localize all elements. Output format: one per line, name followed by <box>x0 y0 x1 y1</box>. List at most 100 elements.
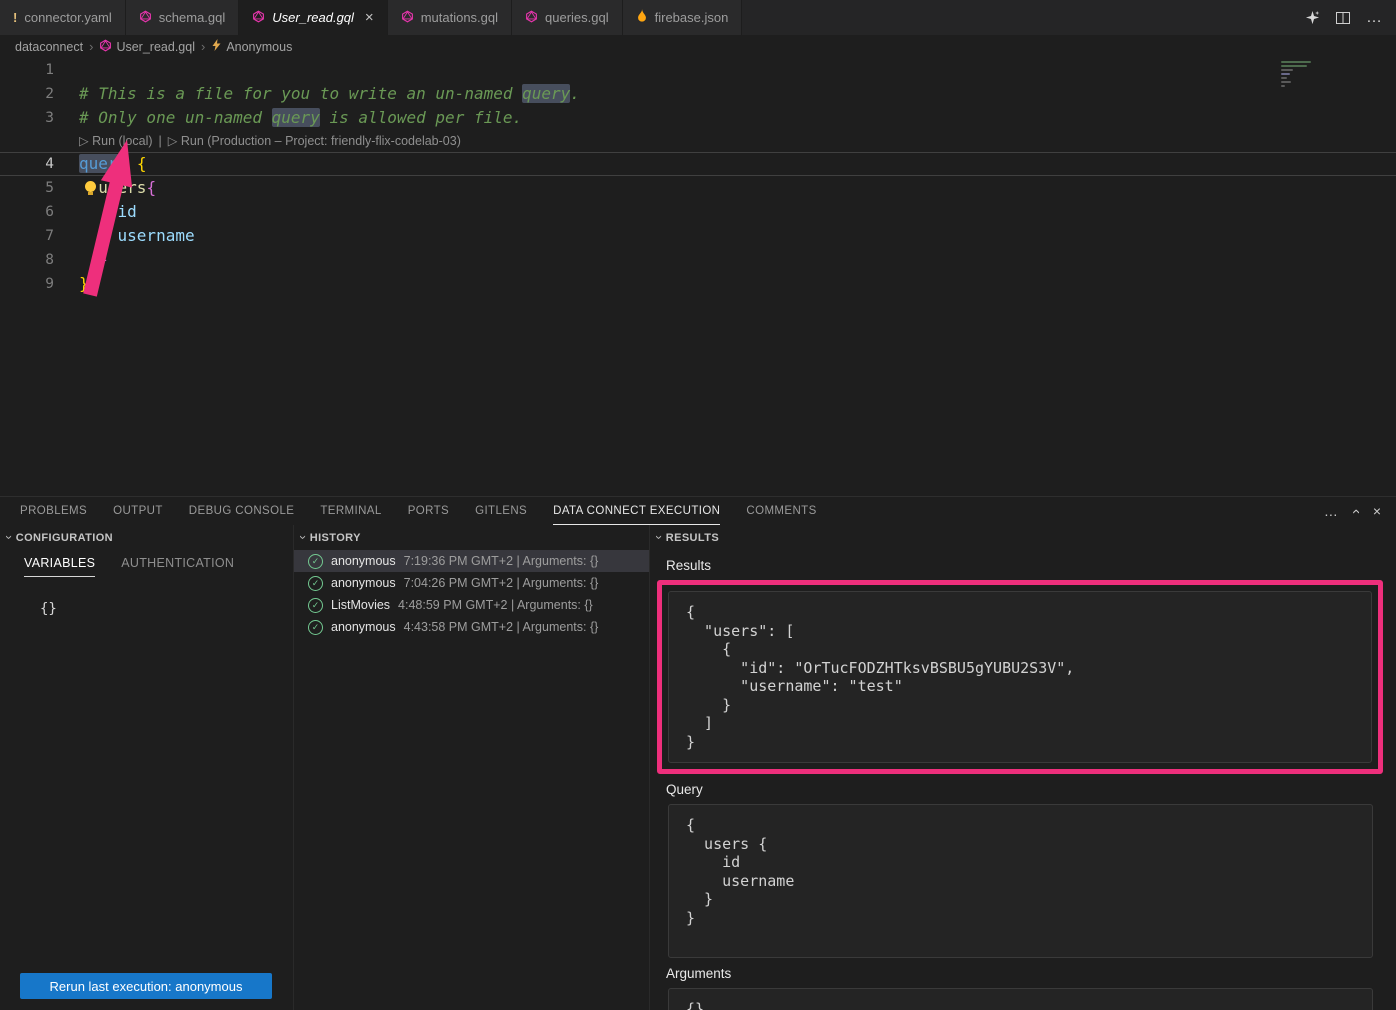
code-token: } <box>79 274 89 293</box>
panel-tab-gitlens[interactable]: GITLENS <box>475 497 527 525</box>
codelens-separator: | <box>159 130 162 152</box>
breadcrumb-item-Anonymous[interactable]: Anonymous <box>211 39 292 54</box>
maximize-panel-icon[interactable]: › <box>1347 509 1364 514</box>
code-line-5[interactable]: 5 users{ <box>0 176 1396 200</box>
editor-tab-User_read.gql[interactable]: User_read.gql× <box>239 0 387 35</box>
copilot-sparkle-icon[interactable] <box>1305 10 1320 25</box>
history-item-meta: 7:04:26 PM GMT+2 | Arguments: {} <box>404 576 599 590</box>
code-token: # Only one un-named <box>79 108 272 127</box>
editor-actions: … <box>1305 0 1396 35</box>
code-text: id <box>54 200 137 224</box>
results-header[interactable]: › RESULTS <box>650 525 1396 550</box>
split-editor-icon[interactable] <box>1336 12 1350 24</box>
config-tab-variables[interactable]: VARIABLES <box>24 556 95 577</box>
results-json-output: { "users": [ { "id": "OrTucFODZHTksvBSBU… <box>668 591 1372 763</box>
panel-tabs: PROBLEMS OUTPUT DEBUG CONSOLE TERMINAL PORTS… <box>20 497 843 525</box>
code-token <box>127 154 137 173</box>
code-token <box>79 226 118 245</box>
code-token: { <box>137 154 147 173</box>
config-tab-authentication[interactable]: AUTHENTICATION <box>121 556 234 577</box>
editor-tab-mutations.gql[interactable]: mutations.gql <box>388 0 512 35</box>
history-title: HISTORY <box>310 532 361 544</box>
history-item-4[interactable]: ✓anonymous4:43:58 PM GMT+2 | Arguments: … <box>294 616 649 638</box>
code-text: query { <box>54 153 146 175</box>
code-line-8[interactable]: 8 } <box>0 248 1396 272</box>
success-check-icon: ✓ <box>308 598 323 613</box>
editor-tab-queries.gql[interactable]: queries.gql <box>512 0 623 35</box>
chevron-down-icon: › <box>2 535 17 540</box>
code-line-2[interactable]: 2# This is a file for you to write an un… <box>0 82 1396 106</box>
success-check-icon: ✓ <box>308 554 323 569</box>
editor-tabs: !connector.yamlschema.gqlUser_read.gql×m… <box>0 0 742 35</box>
panel-tab-ports[interactable]: PORTS <box>408 497 449 525</box>
history-header[interactable]: › HISTORY <box>294 525 649 550</box>
history-item-2[interactable]: ✓anonymous7:04:26 PM GMT+2 | Arguments: … <box>294 572 649 594</box>
code-line-7[interactable]: 7 username <box>0 224 1396 248</box>
run-local-link[interactable]: ▷ Run (local) <box>79 130 153 152</box>
configuration-tabs: VARIABLES AUTHENTICATION <box>0 556 293 577</box>
panel-tab-terminal[interactable]: TERMINAL <box>320 497 381 525</box>
panel-tab-debug-console[interactable]: DEBUG CONSOLE <box>189 497 295 525</box>
code-token: is allowed per file. <box>320 108 522 127</box>
editor-tab-firebase.json[interactable]: firebase.json <box>623 0 743 35</box>
configuration-header[interactable]: › CONFIGURATION <box>0 525 293 550</box>
results-scroll-area[interactable]: Results { "users": [ { "id": "OrTucFODZH… <box>650 550 1396 1010</box>
code-line-3[interactable]: 3# Only one un-named query is allowed pe… <box>0 106 1396 130</box>
panel-tab-data-connect-execution[interactable]: DATA CONNECT EXECUTION <box>553 497 720 525</box>
breadcrumb: dataconnect›User_read.gql›Anonymous <box>0 35 1396 58</box>
minimap-mark <box>1281 77 1287 79</box>
code-token: username <box>118 226 195 245</box>
close-panel-icon[interactable]: × <box>1373 503 1381 519</box>
panel-tab-problems[interactable]: PROBLEMS <box>20 497 87 525</box>
success-check-icon: ✓ <box>308 620 323 635</box>
code-line-6[interactable]: 6 id <box>0 200 1396 224</box>
vscode-window: !connector.yamlschema.gqlUser_read.gql×m… <box>0 0 1396 1010</box>
code-line-1[interactable]: 1 <box>0 58 1396 82</box>
code-token: query <box>522 84 570 103</box>
data-connect-execution-view: › CONFIGURATION VARIABLESAUTHENTICATION … <box>0 525 1396 1010</box>
panel-tab-comments[interactable]: COMMENTS <box>746 497 816 525</box>
line-number: 8 <box>0 248 54 272</box>
variables-value[interactable]: {} <box>40 601 293 617</box>
line-number: 4 <box>0 153 54 175</box>
breadcrumb-label: User_read.gql <box>116 40 195 54</box>
code-token: id <box>118 202 137 221</box>
run-production-link[interactable]: ▷ Run (Production – Project: friendly-fl… <box>168 130 461 152</box>
firebase-file-icon <box>636 9 648 26</box>
yaml-file-icon: ! <box>13 10 17 25</box>
minimap[interactable] <box>1281 61 1315 89</box>
history-item-3[interactable]: ✓ ListMovies 4:48:59 PM GMT+2 | Arguments:… <box>294 594 649 616</box>
line-number: 9 <box>0 272 54 296</box>
editor-tab-connector.yaml[interactable]: !connector.yaml <box>0 0 126 35</box>
rerun-last-execution-button[interactable]: Rerun last execution: anonymous <box>20 973 272 999</box>
line-number: 6 <box>0 200 54 224</box>
configuration-section: › CONFIGURATION VARIABLESAUTHENTICATION … <box>0 525 293 1010</box>
history-item-meta: 7:19:36 PM GMT+2 | Arguments: {} <box>404 554 599 568</box>
minimap-mark <box>1281 85 1285 87</box>
more-actions-icon[interactable]: … <box>1366 9 1382 27</box>
close-tab-icon[interactable]: × <box>365 10 374 25</box>
history-list: ✓anonymous7:19:36 PM GMT+2 | Arguments: … <box>294 550 649 638</box>
code-lines: 12# This is a file for you to write an u… <box>0 58 1396 296</box>
editor-tab-bar: !connector.yamlschema.gqlUser_read.gql×m… <box>0 0 1396 35</box>
history-item-meta: 4:48:59 PM GMT+2 | Arguments: {} <box>398 598 593 612</box>
history-item-name: ListMovies <box>331 598 390 612</box>
code-line-4[interactable]: 4query { <box>0 152 1396 176</box>
breadcrumb-separator: › <box>89 39 93 54</box>
minimap-mark <box>1281 65 1307 67</box>
code-line-9[interactable]: 9} <box>0 272 1396 296</box>
panel-tab-output[interactable]: OUTPUT <box>113 497 163 525</box>
code-text: } <box>54 272 89 296</box>
code-editor[interactable]: 12# This is a file for you to write an u… <box>0 58 1396 496</box>
lightbulb-icon[interactable] <box>85 181 96 192</box>
breadcrumb-item-dataconnect[interactable]: dataconnect <box>15 40 83 54</box>
panel-tab-bar: PROBLEMS OUTPUT DEBUG CONSOLE TERMINAL PORTS… <box>0 497 1396 525</box>
panel-more-actions-icon[interactable]: … <box>1324 503 1338 519</box>
breadcrumb-item-User_read.gql[interactable]: User_read.gql <box>99 39 195 55</box>
code-token: } <box>98 250 108 269</box>
graphql-icon <box>99 39 112 55</box>
history-item-1[interactable]: ✓anonymous7:19:36 PM GMT+2 | Arguments: … <box>294 550 649 572</box>
operation-icon <box>211 39 222 54</box>
code-token: query <box>272 108 320 127</box>
editor-tab-schema.gql[interactable]: schema.gql <box>126 0 239 35</box>
